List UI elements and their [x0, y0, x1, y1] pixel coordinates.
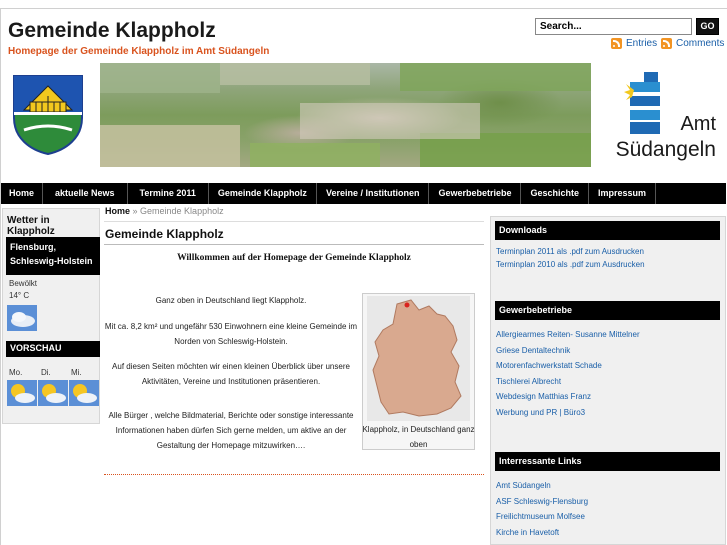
feed-comments-link[interactable]: Comments [661, 38, 724, 49]
forecast-day-di: Di. [41, 368, 51, 377]
sun-cloud-icon [69, 380, 99, 406]
breadcrumb-home-link[interactable]: Home [105, 206, 130, 216]
breadcrumb-current: Gemeinde Klappholz [140, 206, 224, 216]
weather-title: Wetter in Klappholz [7, 215, 55, 237]
feed-comments-label: Comments [676, 38, 725, 49]
nav-item-aktuelle-news[interactable]: aktuelle News [43, 183, 128, 204]
feed-entries-link[interactable]: Entries [611, 38, 657, 49]
title-divider [104, 244, 484, 245]
nav-item-home[interactable]: Home [1, 183, 44, 204]
weather-temperature: 14° C [9, 291, 30, 300]
rss-icon [611, 38, 622, 49]
external-link[interactable]: ASF Schleswig-Flensburg [496, 497, 588, 506]
germany-map-image[interactable] [367, 296, 470, 421]
downloads-heading: Downloads [495, 221, 720, 240]
external-link[interactable]: Amt Südangeln [496, 481, 551, 490]
breadcrumb-separator: » [130, 206, 141, 216]
nav-item-geschichte[interactable]: Geschichte [521, 183, 590, 204]
download-link-terminplan-2010[interactable]: Terminplan 2010 als .pdf zum Ausdrucken [496, 260, 645, 269]
cloudy-weather-icon [7, 305, 37, 331]
map-caption: Klappholz, in Deutschland ganz oben [362, 425, 475, 449]
forecast-day-mo: Mo. [9, 368, 23, 377]
sun-cloud-icon [38, 380, 68, 406]
page-title: Gemeinde Klappholz [105, 227, 224, 241]
amt-suedangeln-logo[interactable]: Amt Südangeln [604, 68, 720, 163]
site-tagline: Homepage der Gemeinde Klappholz im Amt S… [8, 46, 270, 57]
welcome-heading: Willkommen auf der Homepage der Gemeinde… [177, 253, 411, 263]
download-link-terminplan-2011[interactable]: Terminplan 2011 als .pdf zum Ausdrucken [496, 247, 644, 256]
intro-paragraph-2: Mit ca. 8,2 km² und ungefähr 530 Einwohn… [104, 322, 358, 346]
rss-icon [661, 38, 672, 49]
site-title[interactable]: Gemeinde Klappholz [8, 19, 216, 43]
gewerbe-link[interactable]: Tischlerei Albrecht [496, 377, 561, 386]
left-border [0, 8, 1, 545]
gewerbe-link[interactable]: Griese Dentaltechnik [496, 346, 570, 355]
gewerbe-link[interactable]: Motorenfachwerkstatt Schade [496, 361, 602, 370]
gewerbebetriebe-heading: Gewerbebetriebe [495, 301, 720, 320]
forecast-title: VORSCHAU [6, 341, 100, 357]
nav-item-impressum[interactable]: Impressum [589, 183, 657, 204]
intro-paragraph-1: Ganz oben in Deutschland liegt Klappholz… [155, 296, 307, 305]
search-input[interactable] [535, 18, 692, 35]
coat-of-arms-logo[interactable] [10, 72, 86, 156]
nav-item-gemeinde-klappholz[interactable]: Gemeinde Klappholz [209, 183, 317, 204]
intro-paragraph-3: Auf diesen Seiten möchten wir einen klei… [112, 362, 350, 386]
forecast-day-mi: Mi. [71, 368, 82, 377]
intro-paragraph-4: Alle Bürger , welche Bildmaterial, Beric… [108, 411, 354, 450]
amt-logo-line2: Südangeln [616, 138, 716, 161]
aerial-village-photo [100, 63, 591, 167]
feed-entries-label: Entries [626, 38, 658, 49]
gewerbe-link[interactable]: Allergiearmes Reiten- Susanne Mittelner [496, 330, 640, 339]
nav-item-termine-2011[interactable]: Termine 2011 [128, 183, 209, 204]
top-border [0, 8, 727, 9]
nav-item-gewerbebetriebe[interactable]: Gewerbebetriebe [429, 183, 522, 204]
main-navigation: Home aktuelle News Termine 2011 Gemeinde… [1, 183, 726, 204]
search-go-button[interactable]: GO [696, 18, 719, 35]
external-link[interactable]: Freilichtmuseum Molfsee [496, 512, 585, 521]
nav-item-vereine[interactable]: Vereine / Institutionen [317, 183, 430, 204]
content-separator [104, 474, 484, 475]
external-link[interactable]: Kirche in Havetoft [496, 528, 559, 537]
breadcrumb: Home » Gemeinde Klappholz [105, 206, 224, 216]
interesting-links-heading: Interressante Links [495, 452, 720, 471]
gewerbe-link[interactable]: Werbung und PR | Büro3 [496, 408, 585, 417]
breadcrumb-divider [104, 221, 484, 222]
weather-condition: Bewölkt [9, 279, 38, 288]
gewerbe-link[interactable]: Webdesign Matthias Franz [496, 392, 591, 401]
weather-location: Flensburg, Schleswig-Holstein [6, 237, 100, 275]
weather-widget: Wetter in Klappholz Flensburg, Schleswig… [2, 208, 100, 424]
amt-logo-line1: Amt [680, 113, 716, 135]
sun-cloud-icon [7, 380, 37, 406]
